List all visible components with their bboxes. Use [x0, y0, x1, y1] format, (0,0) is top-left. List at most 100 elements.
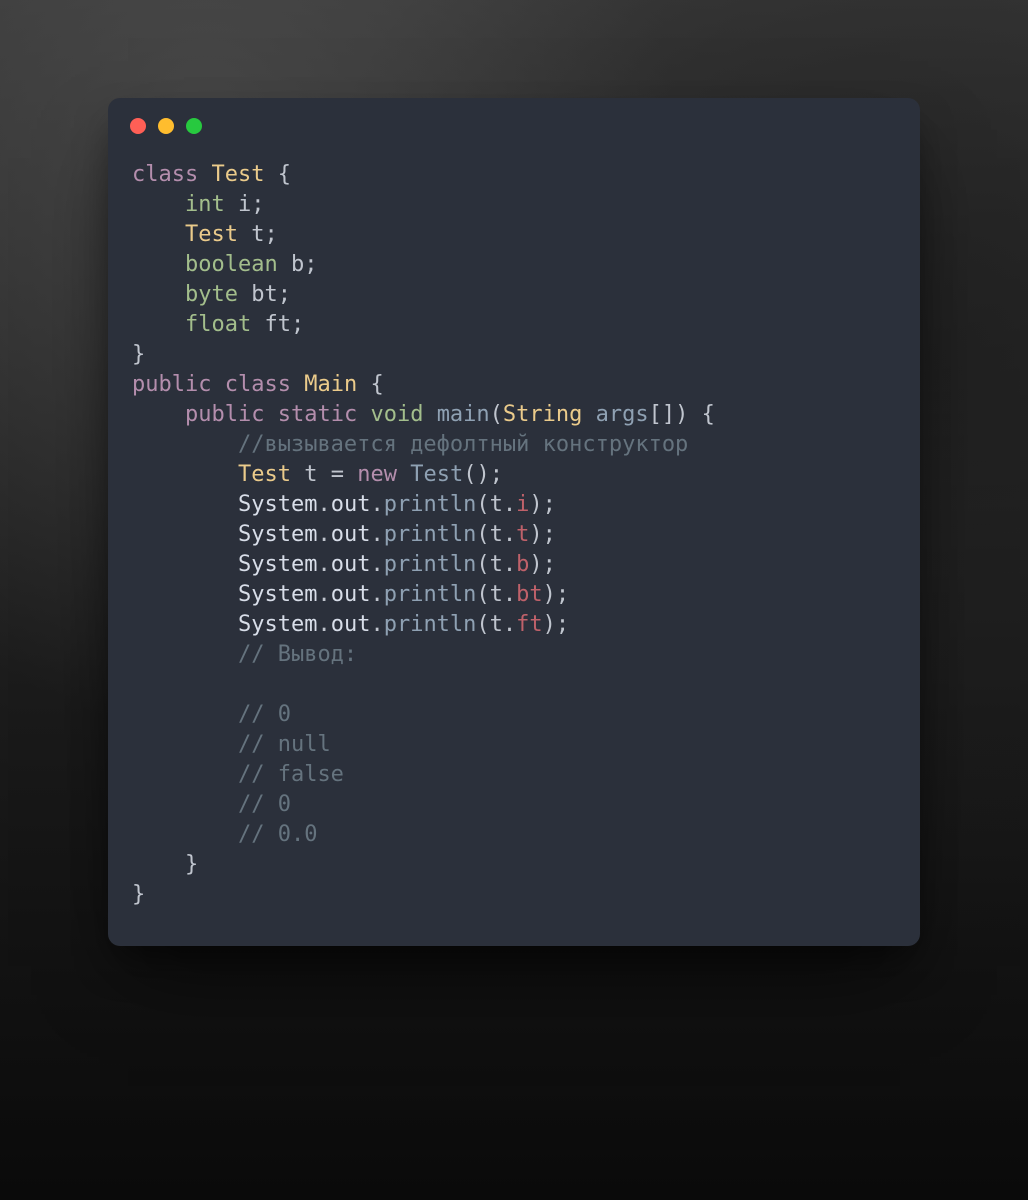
brace-close: }	[132, 342, 145, 367]
field-t: t	[516, 522, 529, 547]
ident-t: t	[490, 552, 503, 577]
keyword-class2: class	[225, 372, 291, 397]
semicolon: ;	[543, 522, 556, 547]
paren-close: )	[675, 402, 688, 427]
semicolon: ;	[490, 462, 503, 487]
ident-t: t	[490, 582, 503, 607]
paren-open2: (	[463, 462, 476, 487]
ident-out: out	[331, 492, 371, 517]
paren-close: )	[529, 552, 542, 577]
semicolon: ;	[556, 612, 569, 637]
semicolon: ;	[543, 552, 556, 577]
equals: =	[331, 462, 344, 487]
ident-out: out	[331, 552, 371, 577]
field-ft: ft	[516, 612, 543, 637]
paren-open: (	[476, 552, 489, 577]
semicolon: ;	[543, 492, 556, 517]
type-float: float	[185, 312, 251, 337]
keyword-public: public	[132, 372, 211, 397]
method-println: println	[384, 492, 477, 517]
brace-open3: {	[702, 402, 715, 427]
paren-close2: )	[476, 462, 489, 487]
maximize-icon[interactable]	[186, 118, 202, 134]
ident-i: i	[238, 192, 251, 217]
ident-system: System	[238, 522, 317, 547]
paren-open: (	[476, 582, 489, 607]
type-int: int	[185, 192, 225, 217]
dot: .	[317, 582, 330, 607]
paren-close: )	[529, 492, 542, 517]
brace-open: {	[278, 162, 291, 187]
method-println: println	[384, 552, 477, 577]
method-main: main	[437, 402, 490, 427]
window-titlebar	[108, 98, 920, 160]
semicolon: ;	[291, 312, 304, 337]
ident-t2: t	[304, 462, 317, 487]
semicolon: ;	[264, 222, 277, 247]
ident-system: System	[238, 492, 317, 517]
code-window: class Test { int i; Test t; boolean b; b…	[108, 98, 920, 946]
keyword-static: static	[278, 402, 357, 427]
paren-close: )	[529, 522, 542, 547]
brace-close2: }	[185, 852, 198, 877]
type-test: Test	[211, 162, 264, 187]
dot: .	[317, 522, 330, 547]
ident-ft: ft	[264, 312, 291, 337]
dot: .	[503, 612, 516, 637]
ident-b: b	[291, 252, 304, 277]
ident-out: out	[331, 612, 371, 637]
dot: .	[503, 582, 516, 607]
semicolon: ;	[278, 282, 291, 307]
ctor-test: Test	[410, 462, 463, 487]
type-test2: Test	[238, 462, 291, 487]
keyword-void: void	[370, 402, 423, 427]
comment-zero-zero: // 0.0	[238, 822, 317, 847]
semicolon: ;	[304, 252, 317, 277]
dot: .	[503, 492, 516, 517]
dot: .	[370, 612, 383, 637]
comment-output: // Вывод:	[238, 642, 357, 667]
paren-close: )	[543, 582, 556, 607]
paren-open: (	[490, 402, 503, 427]
semicolon: ;	[251, 192, 264, 217]
dot: .	[370, 522, 383, 547]
type-boolean: boolean	[185, 252, 278, 277]
method-println: println	[384, 522, 477, 547]
comment-false: // false	[238, 762, 344, 787]
ident-bt: bt	[251, 282, 278, 307]
ident-out: out	[331, 522, 371, 547]
brackets: []	[649, 402, 676, 427]
dot: .	[317, 612, 330, 637]
ident-system: System	[238, 582, 317, 607]
dot: .	[370, 492, 383, 517]
comment-ctor: //вызывается дефолтный конструктор	[238, 432, 688, 457]
minimize-icon[interactable]	[158, 118, 174, 134]
type-byte: byte	[185, 282, 238, 307]
dot: .	[503, 552, 516, 577]
dot: .	[503, 522, 516, 547]
keyword-new: new	[357, 462, 397, 487]
type-main: Main	[304, 372, 357, 397]
type-string: String	[503, 402, 582, 427]
close-icon[interactable]	[130, 118, 146, 134]
field-b: b	[516, 552, 529, 577]
ident-out: out	[331, 582, 371, 607]
paren-open: (	[476, 492, 489, 517]
field-bt: bt	[516, 582, 543, 607]
ident-t: t	[490, 612, 503, 637]
keyword-public2: public	[185, 402, 264, 427]
ident-system: System	[238, 552, 317, 577]
code-block: class Test { int i; Test t; boolean b; b…	[108, 160, 920, 910]
comment-zero-a: // 0	[238, 702, 291, 727]
method-println: println	[384, 612, 477, 637]
paren-open: (	[476, 612, 489, 637]
ident-t: t	[490, 492, 503, 517]
dot: .	[317, 552, 330, 577]
comment-zero-b: // 0	[238, 792, 291, 817]
field-i: i	[516, 492, 529, 517]
comment-null: // null	[238, 732, 331, 757]
paren-open: (	[476, 522, 489, 547]
dot: .	[370, 582, 383, 607]
brace-open2: {	[370, 372, 383, 397]
ident-args: args	[596, 402, 649, 427]
